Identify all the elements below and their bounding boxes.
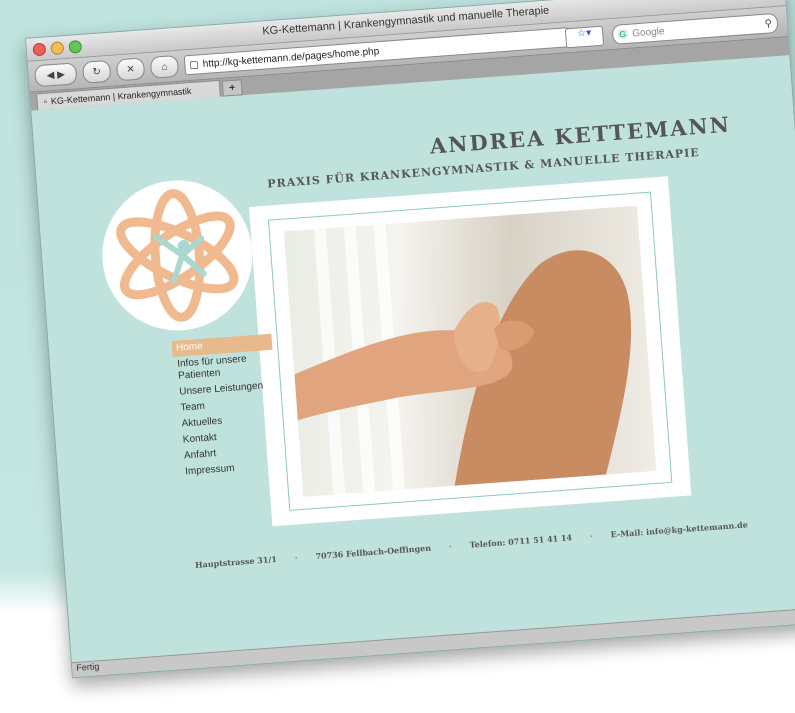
reload-button[interactable]: ↻: [81, 59, 112, 84]
page-icon: ▢: [189, 58, 200, 71]
footer-separator: ·: [448, 541, 453, 552]
browser-window: KG-Kettemann | Krankengymnastik und manu…: [25, 0, 795, 679]
knee-massage-image: [294, 250, 632, 486]
photo-frame: [267, 191, 673, 511]
home-icon: ⌂: [161, 61, 168, 73]
star-icon: ☆▾: [576, 27, 592, 40]
footer-separator: ·: [589, 530, 594, 541]
stop-icon: ✕: [125, 63, 136, 76]
back-icon[interactable]: ◀: [46, 69, 54, 81]
hero-panel: [248, 176, 692, 527]
footer-email[interactable]: E-Mail: info@kg-kettemann.de: [610, 519, 748, 539]
google-icon: G: [616, 28, 629, 40]
url-text: http://kg-kettemann.de/pages/home.php: [202, 45, 380, 70]
logo: [97, 175, 258, 336]
bookmark-button[interactable]: ☆▾: [564, 25, 605, 49]
magnifier-icon: ⚲: [764, 17, 773, 30]
page-icon: ▫: [43, 96, 48, 107]
hero-photo: [283, 205, 657, 497]
footer-separator: ·: [294, 552, 298, 563]
new-tab-button[interactable]: +: [221, 79, 243, 97]
forward-icon[interactable]: ▶: [57, 69, 65, 81]
atom-logo-icon: [116, 189, 239, 322]
reload-icon: ↻: [92, 66, 102, 78]
home-button[interactable]: ⌂: [149, 54, 180, 79]
status-text: Fertig: [75, 661, 100, 673]
footer-street: Hauptstrasse 31/1: [194, 553, 278, 570]
stop-button[interactable]: ✕: [115, 57, 146, 82]
footer-city: 70736 Fellbach-Oeffingen: [315, 542, 432, 562]
back-forward-buttons[interactable]: ◀ ▶: [34, 62, 78, 88]
search-placeholder: Google: [631, 25, 665, 39]
main-nav: Home Infos für unsere Patienten Unsere L…: [171, 333, 282, 481]
site-footer: Hauptstrasse 31/1 · 70736 Fellbach-Oeffi…: [195, 519, 748, 570]
footer-phone: Telefon: 0711 51 41 14: [469, 532, 573, 550]
page-content: ANDREA KETTEMANN PRAXIS FÜR KRANKENGYMNA…: [31, 55, 795, 663]
